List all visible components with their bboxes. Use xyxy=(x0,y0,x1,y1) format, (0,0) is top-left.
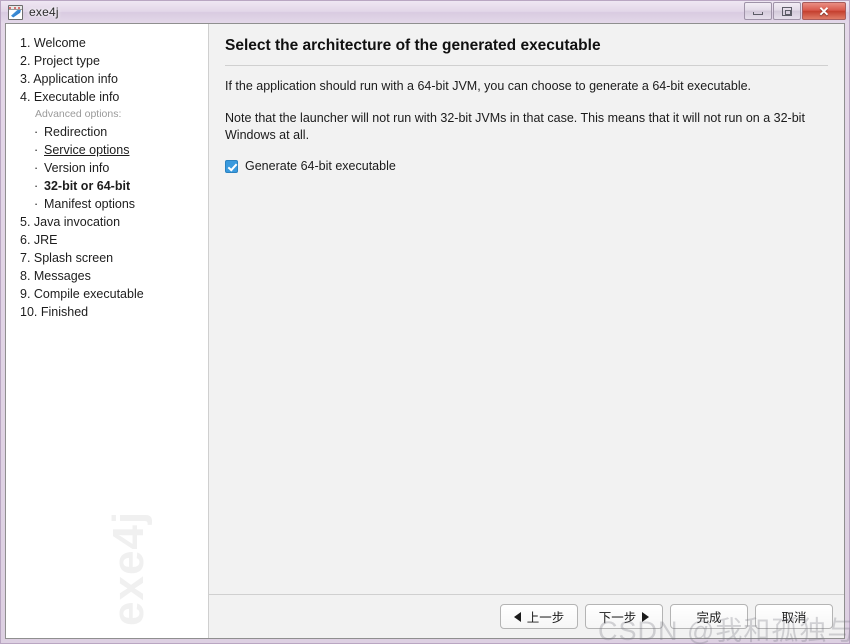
sidebar-item-label: Service options xyxy=(44,143,130,157)
arrow-left-icon xyxy=(513,611,521,622)
sidebar-item-label: 8. Messages xyxy=(20,269,91,283)
sidebar-item-label: 10. Finished xyxy=(20,305,89,319)
desktop-background: exe4j ✕ 1. Welcome 2. Project type 3. Ap… xyxy=(0,0,850,644)
generate-64bit-checkbox-row[interactable]: Generate 64-bit executable xyxy=(225,159,396,173)
cancel-button-label: 取消 xyxy=(781,611,807,625)
title-divider xyxy=(225,65,828,66)
wizard-step-sidebar: 1. Welcome 2. Project type 3. Applicatio… xyxy=(6,24,209,638)
finish-button[interactable]: 完成 xyxy=(670,604,748,629)
exe4j-wizard-window: exe4j ✕ 1. Welcome 2. Project type 3. Ap… xyxy=(0,0,850,644)
sidebar-item-label: 1. Welcome xyxy=(20,36,86,50)
bullet-icon: · xyxy=(34,179,39,193)
generate-64bit-checkbox[interactable] xyxy=(225,159,238,173)
back-button[interactable]: 上一步 xyxy=(500,604,578,629)
bullet-icon: · xyxy=(34,125,39,139)
sidebar-item-application-info[interactable]: 3. Application info xyxy=(20,70,208,88)
sidebar-item-label: Version info xyxy=(44,161,110,175)
bullet-icon: · xyxy=(34,197,39,211)
sidebar-item-label: 4. Executable info xyxy=(20,90,120,104)
minimize-button[interactable] xyxy=(744,2,772,20)
next-button[interactable]: 下一步 xyxy=(585,604,663,629)
main-content-inner: Select the architecture of the generated… xyxy=(209,24,844,594)
sidebar-item-label: 3. Application info xyxy=(20,72,118,86)
sidebar-item-label: Redirection xyxy=(44,125,108,139)
client-area: 1. Welcome 2. Project type 3. Applicatio… xyxy=(5,23,845,639)
description-paragraph-2: Note that the launcher will not run with… xyxy=(225,111,805,142)
sidebar-item-welcome[interactable]: 1. Welcome xyxy=(20,34,208,52)
sidebar-item-label: 9. Compile executable xyxy=(20,287,144,301)
close-icon: ✕ xyxy=(818,3,830,19)
sidebar-item-label: 7. Splash screen xyxy=(20,251,114,265)
finish-button-label: 完成 xyxy=(696,611,722,625)
window-title: exe4j xyxy=(29,5,59,19)
sidebar-item-version-info[interactable]: · Version info xyxy=(20,159,208,177)
main-content-pane: Select the architecture of the generated… xyxy=(209,24,844,638)
description-paragraph-1: If the application should run with a 64-… xyxy=(225,79,752,93)
sidebar-item-jre[interactable]: 6. JRE xyxy=(20,231,208,249)
maximize-button[interactable] xyxy=(773,2,801,20)
sidebar-item-compile-executable[interactable]: 9. Compile executable xyxy=(20,285,208,303)
bullet-icon: · xyxy=(34,143,39,157)
sidebar-item-label: 32-bit or 64-bit xyxy=(44,179,131,193)
arrow-right-icon xyxy=(642,611,650,622)
sidebar-item-label: 6. JRE xyxy=(20,233,58,247)
page-title: Select the architecture of the generated… xyxy=(225,37,601,54)
body-row: 1. Welcome 2. Project type 3. Applicatio… xyxy=(6,24,844,638)
maximize-icon xyxy=(782,6,792,16)
exe4j-sidebar-watermark: exe4j xyxy=(104,510,153,626)
sidebar-item-manifest-options[interactable]: · Manifest options xyxy=(20,195,208,213)
sidebar-item-executable-info[interactable]: 4. Executable info xyxy=(20,88,208,106)
sidebar-item-service-options[interactable]: · Service options xyxy=(20,141,208,159)
sidebar-item-label: 2. Project type xyxy=(20,54,100,68)
next-button-label: 下一步 xyxy=(598,611,637,625)
sidebar-item-redirection[interactable]: · Redirection xyxy=(20,123,208,141)
sidebar-item-project-type[interactable]: 2. Project type xyxy=(20,52,208,70)
title-bar[interactable]: exe4j ✕ xyxy=(1,1,849,23)
cancel-button[interactable]: 取消 xyxy=(755,604,833,629)
sidebar-item-java-invocation[interactable]: 5. Java invocation xyxy=(20,213,208,231)
sidebar-item-messages[interactable]: 8. Messages xyxy=(20,267,208,285)
sidebar-item-finished[interactable]: 10. Finished xyxy=(20,303,208,321)
minimize-icon xyxy=(753,12,763,15)
sidebar-item-splash-screen[interactable]: 7. Splash screen xyxy=(20,249,208,267)
close-button[interactable]: ✕ xyxy=(802,2,846,20)
wizard-button-bar: 上一步 下一步 完成 取消 xyxy=(209,594,844,638)
sidebar-item-label: 5. Java invocation xyxy=(20,215,121,229)
sidebar-item-32-bit-or-64-bit[interactable]: · 32-bit or 64-bit xyxy=(20,177,208,195)
window-controls: ✕ xyxy=(744,2,846,20)
generate-64bit-checkbox-label: Generate 64-bit executable xyxy=(245,159,396,173)
back-button-label: 上一步 xyxy=(526,611,565,625)
exe4j-app-icon xyxy=(8,4,23,20)
sidebar-group-advanced-options: Advanced options: xyxy=(35,108,122,120)
sidebar-item-label: Manifest options xyxy=(44,197,136,211)
bullet-icon: · xyxy=(34,161,39,175)
